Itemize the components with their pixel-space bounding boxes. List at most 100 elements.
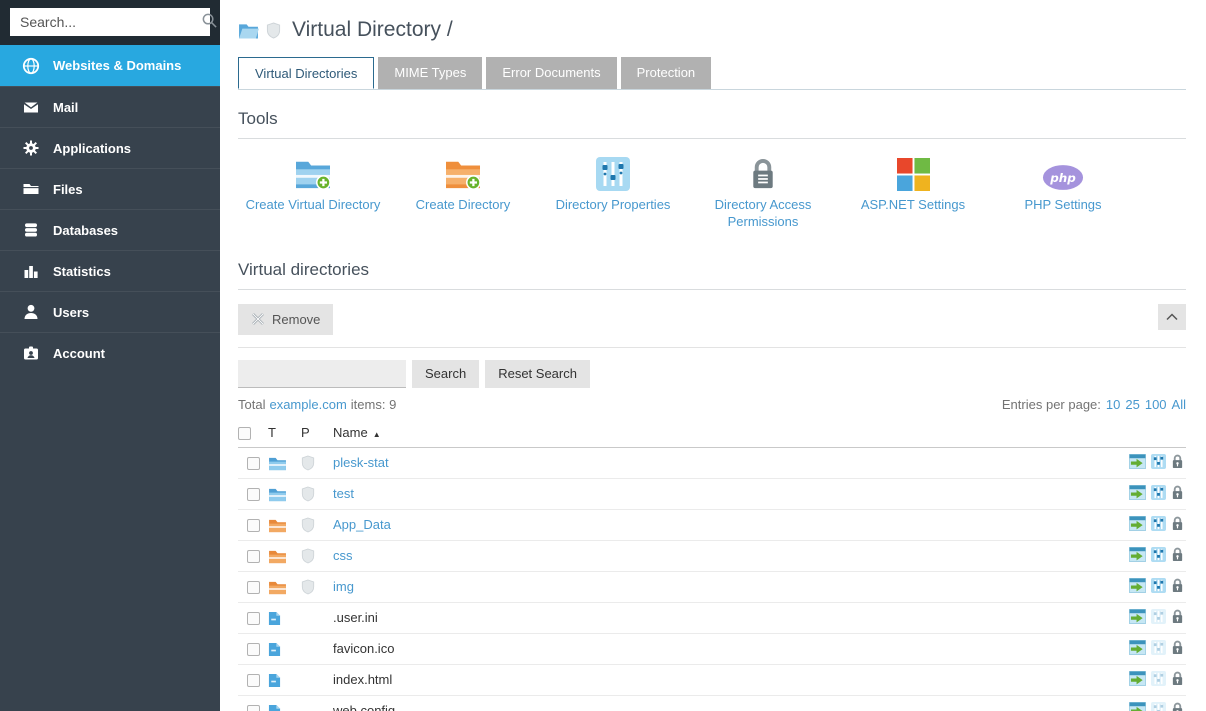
user-icon xyxy=(21,303,40,321)
sidebar-item-applications[interactable]: Applications xyxy=(0,127,220,168)
sidebar-item-websites-domains[interactable]: Websites & Domains xyxy=(0,45,220,86)
sidebar-item-databases[interactable]: Databases xyxy=(0,209,220,250)
item-name[interactable]: test xyxy=(333,486,354,501)
select-all-checkbox[interactable] xyxy=(238,427,251,440)
search-icon[interactable] xyxy=(201,12,218,32)
account-icon xyxy=(21,344,40,362)
tool-php-settings[interactable]: phpPHP Settings xyxy=(988,149,1138,231)
item-name[interactable]: img xyxy=(333,579,354,594)
permissions-icon[interactable] xyxy=(1171,671,1184,686)
sidebar-item-label: Account xyxy=(53,346,105,361)
directory-icon xyxy=(268,580,287,595)
entries-per-page: Entries per page:1025100All xyxy=(1002,397,1186,412)
sidebar-item-account[interactable]: Account xyxy=(0,332,220,373)
properties-icon xyxy=(1151,702,1166,711)
entries-option-100[interactable]: 100 xyxy=(1145,397,1167,412)
tool-create-virtual-directory[interactable]: Create Virtual Directory xyxy=(238,149,388,231)
properties-icon[interactable] xyxy=(1151,516,1166,531)
open-icon[interactable] xyxy=(1129,485,1146,500)
aspnet-settings-icon xyxy=(838,149,988,191)
protection-shield-icon xyxy=(301,517,315,533)
collapse-toolbar-button[interactable] xyxy=(1158,304,1186,330)
open-icon[interactable] xyxy=(1129,454,1146,469)
permissions-icon[interactable] xyxy=(1171,516,1184,531)
protection-shield-icon xyxy=(301,486,315,502)
open-icon[interactable] xyxy=(1129,516,1146,531)
row-checkbox[interactable] xyxy=(247,705,260,711)
permissions-icon[interactable] xyxy=(1171,609,1184,624)
open-icon[interactable] xyxy=(1129,702,1146,711)
open-icon[interactable] xyxy=(1129,609,1146,624)
permissions-icon[interactable] xyxy=(1171,547,1184,562)
row-checkbox[interactable] xyxy=(247,612,260,625)
item-name[interactable]: css xyxy=(333,548,353,563)
properties-icon xyxy=(1151,671,1166,686)
item-name: index.html xyxy=(333,672,392,687)
tool-label: Directory Access Permissions xyxy=(688,197,838,231)
entries-option-10[interactable]: 10 xyxy=(1106,397,1120,412)
sidebar-item-users[interactable]: Users xyxy=(0,291,220,332)
tab-mime-types[interactable]: MIME Types xyxy=(378,57,482,89)
directory-properties-icon xyxy=(538,149,688,191)
tool-create-directory[interactable]: Create Directory xyxy=(388,149,538,231)
permissions-icon[interactable] xyxy=(1171,578,1184,593)
item-name[interactable]: App_Data xyxy=(333,517,391,532)
sidebar: Websites & Domains Mail Applications FilesD… xyxy=(0,0,220,711)
open-icon[interactable] xyxy=(1129,671,1146,686)
sidebar-item-label: Applications xyxy=(53,141,131,156)
sidebar-item-label: Mail xyxy=(53,100,78,115)
item-name: .user.ini xyxy=(333,610,378,625)
file-icon xyxy=(268,642,281,657)
tools-heading: Tools xyxy=(238,109,1186,139)
toolbar-divider xyxy=(238,347,1186,348)
sidebar-item-files[interactable]: Files xyxy=(0,168,220,209)
sidebar-item-label: Statistics xyxy=(53,264,111,279)
permissions-icon[interactable] xyxy=(1171,454,1184,469)
row-checkbox[interactable] xyxy=(247,674,260,687)
tab-virtual-directories[interactable]: Virtual Directories xyxy=(238,57,374,89)
main-content: Virtual Directory / Virtual DirectoriesM… xyxy=(220,0,1206,711)
page-title: Virtual Directory / xyxy=(292,18,453,42)
sidebar-item-statistics[interactable]: Statistics xyxy=(0,250,220,291)
tool-directory-access-permissions[interactable]: Directory Access Permissions xyxy=(688,149,838,231)
remove-button[interactable]: Remove xyxy=(238,304,333,335)
row-checkbox[interactable] xyxy=(247,643,260,656)
list-search-input[interactable] xyxy=(238,360,406,388)
domain-link[interactable]: example.com xyxy=(269,397,346,412)
properties-icon[interactable] xyxy=(1151,454,1166,469)
item-name[interactable]: plesk-stat xyxy=(333,455,389,470)
gear-icon xyxy=(21,139,40,157)
row-checkbox[interactable] xyxy=(247,457,260,470)
file-icon xyxy=(268,611,281,626)
open-icon[interactable] xyxy=(1129,547,1146,562)
entries-option-all[interactable]: All xyxy=(1172,397,1186,412)
tool-asp-net-settings[interactable]: ASP.NET Settings xyxy=(838,149,988,231)
sidebar-item-mail[interactable]: Mail xyxy=(0,86,220,127)
create-virtual-directory-icon xyxy=(238,149,388,191)
permissions-icon[interactable] xyxy=(1171,485,1184,500)
permissions-icon[interactable] xyxy=(1171,702,1184,711)
permissions-icon[interactable] xyxy=(1171,640,1184,655)
row-checkbox[interactable] xyxy=(247,550,260,563)
properties-icon[interactable] xyxy=(1151,485,1166,500)
row-checkbox[interactable] xyxy=(247,581,260,594)
entries-option-25[interactable]: 25 xyxy=(1125,397,1139,412)
tool-label: Directory Properties xyxy=(538,197,688,214)
reset-search-button[interactable]: Reset Search xyxy=(485,360,590,388)
properties-icon[interactable] xyxy=(1151,578,1166,593)
tab-error-documents[interactable]: Error Documents xyxy=(486,57,616,89)
file-icon xyxy=(268,704,281,711)
column-name-sort[interactable]: Name▲ xyxy=(333,419,1091,448)
row-checkbox[interactable] xyxy=(247,488,260,501)
open-icon[interactable] xyxy=(1129,640,1146,655)
tool-directory-properties[interactable]: Directory Properties xyxy=(538,149,688,231)
list-search-button[interactable]: Search xyxy=(412,360,479,388)
row-checkbox[interactable] xyxy=(247,519,260,532)
open-icon[interactable] xyxy=(1129,578,1146,593)
properties-icon[interactable] xyxy=(1151,547,1166,562)
protection-shield-icon xyxy=(301,455,315,471)
tab-protection[interactable]: Protection xyxy=(621,57,712,89)
list-toolbar: Remove xyxy=(238,304,1186,335)
svg-text:php: php xyxy=(1049,171,1076,185)
search-input[interactable] xyxy=(20,14,201,30)
